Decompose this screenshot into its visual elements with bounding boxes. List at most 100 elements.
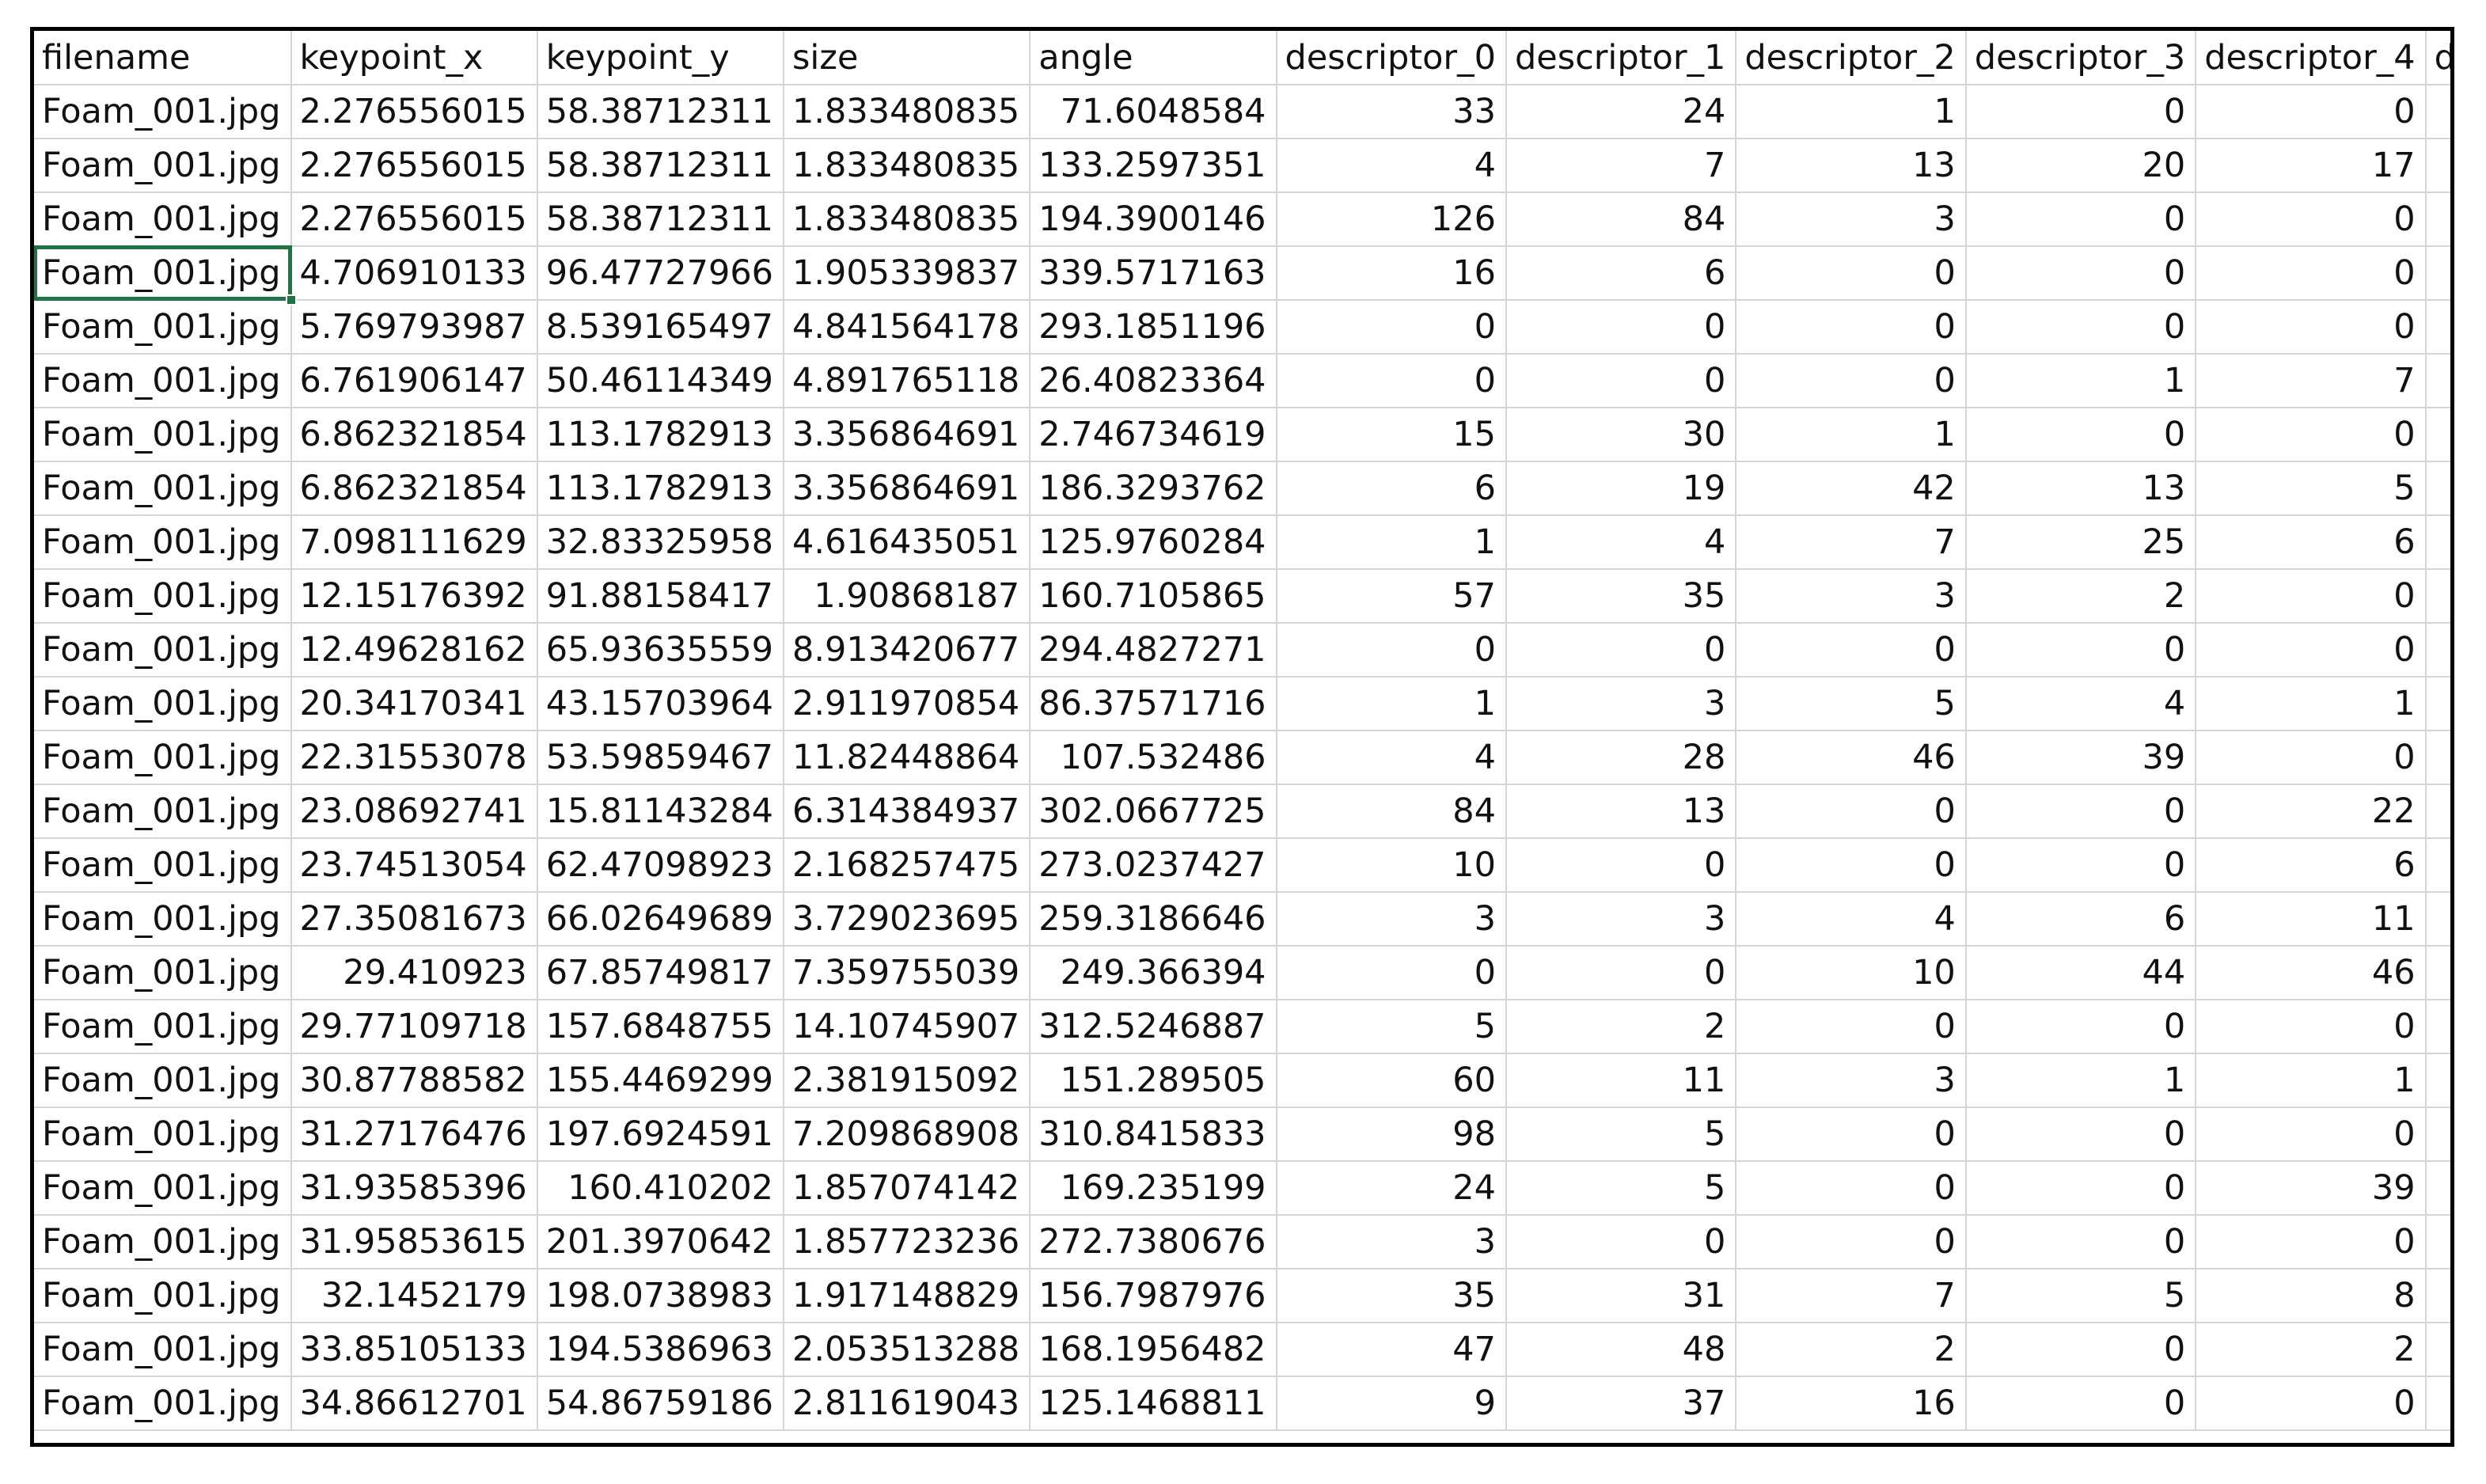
cell-descriptor-4[interactable]: 46 [2196, 946, 2427, 1000]
cell-descriptor-2[interactable]: 46 [1736, 731, 1967, 785]
cell-descriptor-5[interactable]: 7 [2425, 461, 2450, 516]
cell-size[interactable]: 1.90868187 [784, 569, 1031, 624]
cell-descriptor-1[interactable]: 24 [1505, 85, 1737, 139]
cell-keypoint-y[interactable]: 32.83325958 [537, 515, 785, 570]
cell-keypoint-x[interactable]: 12.49628162 [290, 623, 538, 677]
cell-size[interactable]: 4.841564178 [784, 300, 1031, 355]
cell-filename[interactable]: Foam_001.jpg [34, 623, 292, 677]
cell-descriptor-3[interactable]: 1 [1965, 354, 2197, 408]
cell-keypoint-y[interactable]: 15.81143284 [537, 784, 785, 839]
cell-descriptor-5[interactable]: 0 [2425, 677, 2450, 731]
cell-descriptor-1[interactable]: 5 [1505, 1107, 1737, 1162]
cell-descriptor-5[interactable]: 0 [2425, 731, 2450, 785]
cell-filename[interactable]: Foam_001.jpg [34, 300, 292, 355]
cell-keypoint-x[interactable]: 29.77109718 [290, 1000, 538, 1054]
cell-descriptor-4[interactable]: 6 [2196, 838, 2427, 893]
cell-size[interactable]: 7.209868908 [784, 1107, 1031, 1162]
cell-descriptor-1[interactable]: 0 [1505, 1215, 1737, 1270]
cell-descriptor-0[interactable]: 3 [1276, 1215, 1507, 1270]
cell-descriptor-4[interactable]: 5 [2196, 461, 2427, 516]
column-header-descriptor-5[interactable]: descriptor_5 [2425, 31, 2450, 85]
cell-descriptor-4[interactable]: 0 [2196, 623, 2427, 677]
cell-descriptor-1[interactable]: 3 [1505, 677, 1737, 731]
cell-descriptor-0[interactable]: 3 [1276, 892, 1507, 947]
cell-descriptor-5[interactable]: 0 [2425, 1215, 2450, 1270]
cell-descriptor-4[interactable]: 0 [2196, 1000, 2427, 1054]
cell-descriptor-4[interactable]: 0 [2196, 85, 2427, 139]
column-header-keypoint-y[interactable]: keypoint_y [537, 31, 785, 85]
cell-descriptor-1[interactable]: 6 [1505, 246, 1737, 301]
cell-size[interactable]: 3.729023695 [784, 892, 1031, 947]
cell-descriptor-2[interactable]: 3 [1736, 192, 1967, 247]
cell-angle[interactable]: 339.5717163 [1030, 246, 1277, 301]
cell-keypoint-x[interactable]: 23.08692741 [290, 784, 538, 839]
cell-keypoint-x[interactable]: 31.27176476 [290, 1107, 538, 1162]
cell-keypoint-y[interactable]: 113.1782913 [537, 461, 785, 516]
cell-descriptor-2[interactable]: 1 [1736, 408, 1967, 462]
cell-keypoint-y[interactable]: 198.0738983 [537, 1269, 785, 1323]
cell-keypoint-y[interactable]: 160.410202 [537, 1161, 785, 1216]
cell-descriptor-5[interactable]: 0 [2425, 192, 2450, 247]
cell-descriptor-5[interactable]: 0 [2425, 300, 2450, 355]
cell-keypoint-y[interactable]: 58.38712311 [537, 192, 785, 247]
cell-descriptor-2[interactable]: 0 [1736, 354, 1967, 408]
cell-filename[interactable]: Foam_001.jpg [34, 354, 292, 408]
cell-filename[interactable]: Foam_001.jpg [34, 1376, 292, 1431]
cell-descriptor-4[interactable]: 0 [2196, 1376, 2427, 1431]
cell-descriptor-5[interactable]: 59 [2425, 354, 2450, 408]
cell-keypoint-y[interactable]: 67.85749817 [537, 946, 785, 1000]
cell-angle[interactable]: 186.3293762 [1030, 461, 1277, 516]
cell-descriptor-1[interactable]: 0 [1505, 623, 1737, 677]
cell-filename[interactable]: Foam_001.jpg [34, 677, 292, 731]
cell-angle[interactable]: 125.1468811 [1030, 1376, 1277, 1431]
cell-descriptor-3[interactable]: 0 [1965, 85, 2197, 139]
cell-keypoint-x[interactable]: 29.410923 [290, 946, 538, 1000]
cell-descriptor-0[interactable]: 33 [1276, 85, 1507, 139]
cell-filename[interactable]: Foam_001.jpg [34, 139, 292, 193]
cell-descriptor-2[interactable]: 0 [1736, 246, 1967, 301]
cell-filename[interactable]: Foam_001.jpg [34, 515, 292, 570]
cell-keypoint-y[interactable]: 194.5386963 [537, 1323, 785, 1377]
column-header-descriptor-1[interactable]: descriptor_1 [1505, 31, 1737, 85]
cell-size[interactable]: 2.168257475 [784, 838, 1031, 893]
cell-keypoint-y[interactable]: 96.47727966 [537, 246, 785, 301]
cell-descriptor-0[interactable]: 47 [1276, 1323, 1507, 1377]
cell-size[interactable]: 1.917148829 [784, 1269, 1031, 1323]
cell-angle[interactable]: 125.9760284 [1030, 515, 1277, 570]
cell-keypoint-x[interactable]: 6.862321854 [290, 461, 538, 516]
cell-descriptor-5[interactable]: 39 [2425, 838, 2450, 893]
column-header-descriptor-4[interactable]: descriptor_4 [2196, 31, 2427, 85]
cell-filename[interactable]: Foam_001.jpg [34, 569, 292, 624]
cell-descriptor-5[interactable]: 0 [2425, 1323, 2450, 1377]
cell-descriptor-2[interactable]: 0 [1736, 1161, 1967, 1216]
cell-descriptor-0[interactable]: 5 [1276, 1000, 1507, 1054]
cell-descriptor-1[interactable]: 2 [1505, 1000, 1737, 1054]
cell-descriptor-3[interactable]: 0 [1965, 623, 2197, 677]
cell-descriptor-5[interactable]: 16 [2425, 784, 2450, 839]
cell-descriptor-4[interactable]: 8 [2196, 1269, 2427, 1323]
cell-descriptor-0[interactable]: 0 [1276, 300, 1507, 355]
cell-descriptor-4[interactable]: 17 [2196, 139, 2427, 193]
cell-angle[interactable]: 312.5246887 [1030, 1000, 1277, 1054]
cell-keypoint-x[interactable]: 5.769793987 [290, 300, 538, 355]
cell-descriptor-2[interactable]: 0 [1736, 623, 1967, 677]
cell-descriptor-0[interactable]: 9 [1276, 1376, 1507, 1431]
cell-descriptor-2[interactable]: 0 [1736, 838, 1967, 893]
cell-descriptor-0[interactable]: 4 [1276, 731, 1507, 785]
cell-angle[interactable]: 273.0237427 [1030, 838, 1277, 893]
cell-size[interactable]: 1.905339837 [784, 246, 1031, 301]
cell-descriptor-1[interactable]: 5 [1505, 1161, 1737, 1216]
cell-descriptor-5[interactable]: 67 [2425, 1161, 2450, 1216]
cell-descriptor-1[interactable]: 28 [1505, 731, 1737, 785]
cell-descriptor-1[interactable]: 11 [1505, 1053, 1737, 1108]
cell-angle[interactable]: 71.6048584 [1030, 85, 1277, 139]
cell-angle[interactable]: 302.0667725 [1030, 784, 1277, 839]
cell-keypoint-y[interactable]: 66.02649689 [537, 892, 785, 947]
cell-descriptor-3[interactable]: 0 [1965, 838, 2197, 893]
cell-descriptor-1[interactable]: 30 [1505, 408, 1737, 462]
cell-keypoint-y[interactable]: 43.15703964 [537, 677, 785, 731]
cell-descriptor-4[interactable]: 0 [2196, 1107, 2427, 1162]
cell-descriptor-0[interactable]: 0 [1276, 946, 1507, 1000]
cell-descriptor-4[interactable]: 2 [2196, 1323, 2427, 1377]
cell-keypoint-y[interactable]: 50.46114349 [537, 354, 785, 408]
